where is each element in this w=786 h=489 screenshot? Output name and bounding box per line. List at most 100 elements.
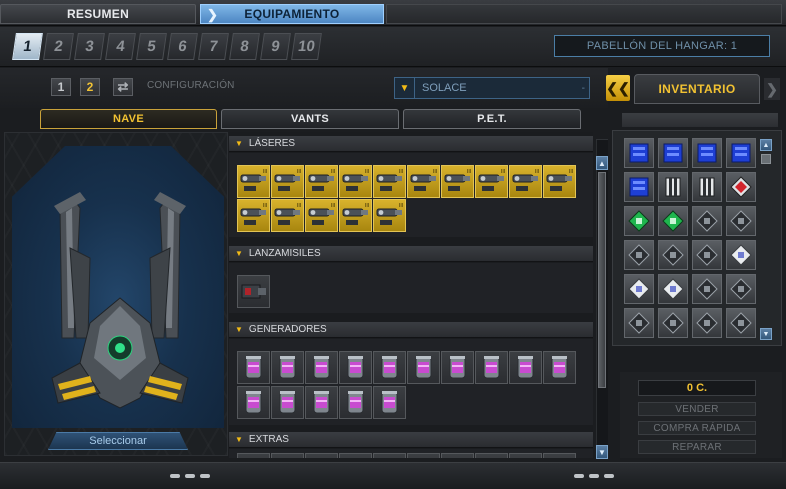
tab-pet[interactable]: P.E.T. <box>403 109 581 129</box>
laser-slot[interactable]: III <box>543 165 576 198</box>
inventory-item[interactable] <box>726 172 756 202</box>
scroll-down-icon[interactable]: ▼ <box>760 328 772 340</box>
extra-slot[interactable] <box>373 453 406 458</box>
ship-select-dropdown[interactable]: ▼ SOLACE - <box>394 77 590 99</box>
laser-slot[interactable]: III <box>271 199 304 232</box>
laser-slot[interactable]: III <box>373 165 406 198</box>
hangar-10-button[interactable]: 10 <box>291 33 322 60</box>
extra-slot[interactable] <box>441 453 474 458</box>
inventory-item[interactable] <box>726 274 756 304</box>
generator-slot[interactable] <box>509 351 542 384</box>
scroll-down-icon[interactable]: ▼ <box>596 445 608 459</box>
extra-slot[interactable] <box>271 453 304 458</box>
config-1-button[interactable]: 1 <box>51 78 71 96</box>
generator-slot[interactable] <box>543 351 576 384</box>
hangar-2-button[interactable]: 2 <box>43 33 74 60</box>
generator-slot[interactable] <box>271 386 304 419</box>
inventory-item[interactable] <box>726 240 756 270</box>
select-ship-button[interactable]: Seleccionar <box>48 432 188 450</box>
inventory-item[interactable] <box>624 138 654 168</box>
hangar-7-button[interactable]: 7 <box>198 33 229 60</box>
extra-slot[interactable] <box>339 453 372 458</box>
generator-slot[interactable] <box>407 351 440 384</box>
inventory-item[interactable] <box>692 308 722 338</box>
scrollbar-thumb[interactable] <box>761 154 771 164</box>
extra-slot[interactable] <box>305 453 338 458</box>
section-header-lasers[interactable]: ▼ LÁSERES <box>229 136 593 152</box>
inventory-item[interactable] <box>658 206 688 236</box>
hangar-5-button[interactable]: 5 <box>136 33 167 60</box>
generator-slot[interactable] <box>305 386 338 419</box>
generator-slot[interactable] <box>373 351 406 384</box>
sell-button[interactable]: VENDER <box>638 402 756 416</box>
inventory-item[interactable] <box>658 138 688 168</box>
chevron-right-icon[interactable]: ❯ <box>764 78 780 100</box>
inventory-item[interactable] <box>726 138 756 168</box>
laser-slot[interactable]: III <box>441 165 474 198</box>
generator-slot[interactable] <box>441 351 474 384</box>
hangar-9-button[interactable]: 9 <box>260 33 291 60</box>
rocket-launcher-slot[interactable] <box>237 275 270 308</box>
generator-slot[interactable] <box>271 351 304 384</box>
quick-buy-button[interactable]: COMPRA RÁPIDA <box>638 421 756 435</box>
scroll-up-icon[interactable]: ▲ <box>760 139 772 151</box>
hangar-1-button[interactable]: 1 <box>12 33 43 60</box>
inventory-tab[interactable]: INVENTARIO <box>634 74 760 104</box>
generator-slot[interactable] <box>305 351 338 384</box>
section-header-extras[interactable]: ▼ EXTRAS <box>229 432 593 448</box>
laser-slot[interactable]: III <box>237 199 270 232</box>
laser-slot[interactable]: III <box>237 165 270 198</box>
hangar-3-button[interactable]: 3 <box>74 33 105 60</box>
laser-slot[interactable]: III <box>407 165 440 198</box>
generator-slot[interactable] <box>237 351 270 384</box>
hangar-4-button[interactable]: 4 <box>105 33 136 60</box>
repair-button[interactable]: REPARAR <box>638 440 756 454</box>
laser-slot[interactable]: III <box>305 199 338 232</box>
laser-slot[interactable]: III <box>271 165 304 198</box>
section-header-rockets[interactable]: ▼ LANZAMISILES <box>229 246 593 262</box>
tab-vants[interactable]: VANTS <box>221 109 399 129</box>
extra-slot[interactable] <box>543 453 576 458</box>
hangar-8-button[interactable]: 8 <box>229 33 260 60</box>
collapse-inventory-icon[interactable]: ❮❮ <box>606 75 630 101</box>
extra-slot[interactable] <box>475 453 508 458</box>
generator-slot[interactable] <box>339 351 372 384</box>
inventory-item[interactable] <box>658 274 688 304</box>
inventory-item[interactable] <box>726 308 756 338</box>
inventory-item[interactable] <box>692 138 722 168</box>
inventory-item[interactable] <box>624 308 654 338</box>
inventory-item[interactable] <box>624 172 654 202</box>
hangar-6-button[interactable]: 6 <box>167 33 198 60</box>
inventory-item[interactable] <box>692 240 722 270</box>
generator-slot[interactable] <box>339 386 372 419</box>
inventory-item[interactable] <box>624 274 654 304</box>
inventory-item[interactable] <box>624 240 654 270</box>
inventory-item[interactable] <box>726 206 756 236</box>
generator-slot[interactable] <box>475 351 508 384</box>
generator-slot[interactable] <box>237 386 270 419</box>
extra-slot[interactable] <box>237 453 270 458</box>
tab-equipamiento[interactable]: ❯ EQUIPAMIENTO <box>200 4 384 24</box>
tab-nave[interactable]: NAVE <box>40 109 217 129</box>
laser-slot[interactable]: III <box>305 165 338 198</box>
generator-slot[interactable] <box>373 386 406 419</box>
tab-resumen[interactable]: RESUMEN <box>0 4 196 24</box>
inventory-item[interactable] <box>624 206 654 236</box>
laser-slot[interactable]: III <box>509 165 542 198</box>
section-header-generators[interactable]: ▼ GENERADORES <box>229 322 593 338</box>
inventory-item[interactable] <box>692 172 722 202</box>
inventory-item[interactable] <box>658 308 688 338</box>
scrollbar-thumb[interactable] <box>598 172 606 388</box>
inventory-item[interactable] <box>658 240 688 270</box>
extra-slot[interactable] <box>407 453 440 458</box>
extra-slot[interactable] <box>509 453 542 458</box>
config-2-button[interactable]: 2 <box>80 78 100 96</box>
swap-config-icon[interactable]: ⇄ <box>113 78 133 96</box>
inventory-item[interactable] <box>692 274 722 304</box>
laser-slot[interactable]: III <box>475 165 508 198</box>
inventory-item[interactable] <box>658 172 688 202</box>
laser-slot[interactable]: III <box>339 199 372 232</box>
inventory-item[interactable] <box>692 206 722 236</box>
laser-slot[interactable]: III <box>373 199 406 232</box>
scroll-up-icon[interactable]: ▲ <box>596 156 608 170</box>
